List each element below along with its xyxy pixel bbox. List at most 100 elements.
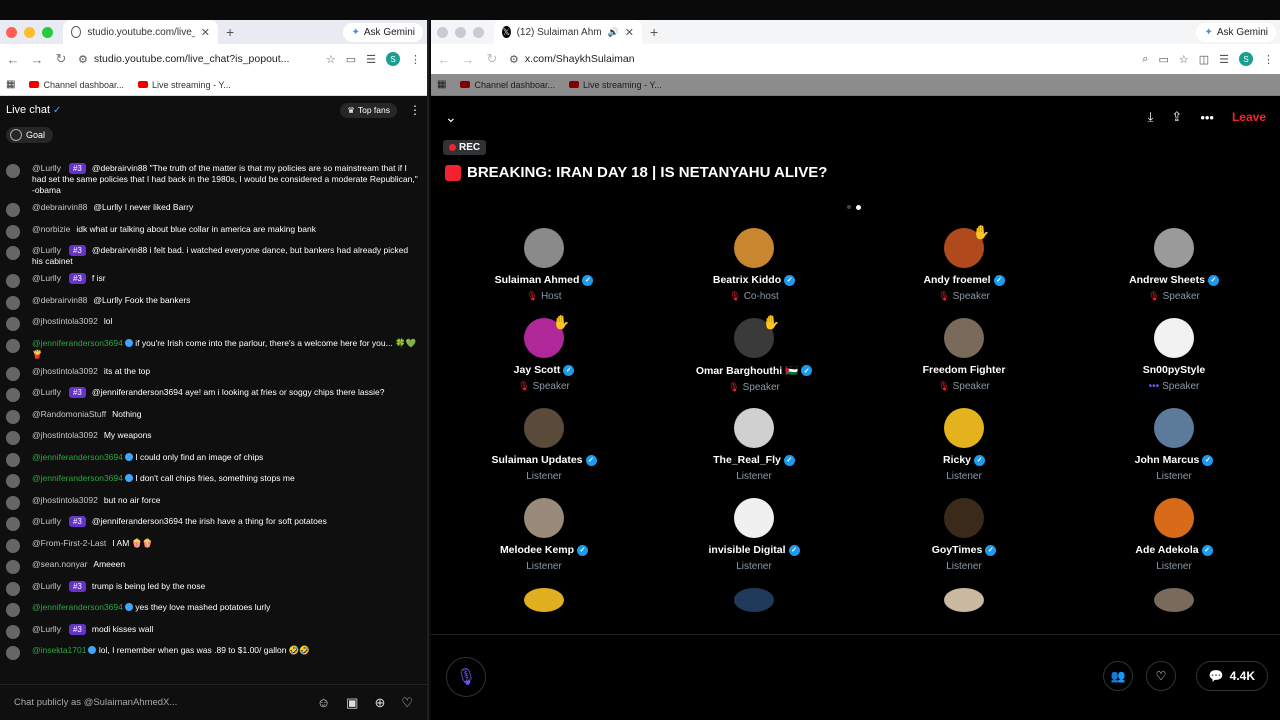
- participant-avatar[interactable]: [524, 588, 564, 612]
- message-author[interactable]: @RandomoniaStuff: [32, 409, 106, 419]
- participant-avatar[interactable]: [944, 588, 984, 612]
- participant-partial[interactable]: [1069, 588, 1279, 612]
- browser-tab[interactable]: studio.youtube.com/live_chat ✕: [63, 20, 218, 44]
- bookmark-live-streaming[interactable]: Live streaming - Y...: [569, 80, 662, 90]
- participant[interactable]: Andrew Sheets ✓ 🎙 Speaker: [1069, 228, 1279, 310]
- participant[interactable]: Ricky ✓ Listener: [859, 408, 1069, 490]
- extensions-icon[interactable]: ☰: [1219, 53, 1229, 66]
- avatar[interactable]: [6, 431, 20, 445]
- page-dot[interactable]: [847, 205, 851, 209]
- add-icon[interactable]: ⊕: [374, 695, 385, 711]
- extensions-icon[interactable]: ☰: [366, 53, 376, 66]
- message-author[interactable]: @norbizie: [32, 224, 70, 234]
- participant-avatar[interactable]: ✋: [524, 314, 570, 358]
- ask-gemini-button[interactable]: ✦ Ask Gemini: [1196, 23, 1276, 42]
- page-dot-active[interactable]: [856, 205, 861, 210]
- avatar[interactable]: [6, 517, 20, 531]
- participant[interactable]: John Marcus ✓ Listener: [1069, 408, 1279, 490]
- people-icon[interactable]: 👥: [1103, 661, 1133, 691]
- avatar[interactable]: [6, 164, 20, 178]
- participant[interactable]: ✋ Omar Barghouthi 🇵🇸 ✓ 🎙 Speaker: [649, 314, 859, 400]
- message-author[interactable]: @Lurlly: [32, 581, 61, 591]
- emoji-icon[interactable]: ☺: [317, 695, 330, 711]
- super-chat-icon[interactable]: ▣: [346, 695, 358, 711]
- avatar[interactable]: [6, 366, 20, 381]
- participant[interactable]: Sulaiman Ahmed ✓ 🎙 Host: [439, 228, 649, 310]
- browser-menu-icon[interactable]: ⋮: [1263, 53, 1274, 66]
- participant-partial[interactable]: [649, 588, 859, 612]
- bookmark-channel-dashboard[interactable]: Channel dashboar...: [29, 80, 124, 90]
- live-chat-title[interactable]: Live chat ✓: [6, 104, 61, 116]
- participant-avatar[interactable]: [944, 498, 984, 538]
- message-author[interactable]: @jhostintola3092: [32, 316, 98, 326]
- install-icon[interactable]: ▭: [1158, 53, 1168, 66]
- message-author[interactable]: @jhostintola3092: [32, 495, 98, 505]
- participant-avatar[interactable]: [734, 228, 774, 268]
- participant[interactable]: Freedom Fighter 🎙 Speaker: [859, 318, 1069, 400]
- participant-avatar[interactable]: [524, 498, 564, 538]
- close-window-button[interactable]: [437, 26, 448, 38]
- apps-grid-icon[interactable]: ▦: [6, 79, 15, 90]
- avatar[interactable]: [6, 624, 20, 639]
- participant-avatar[interactable]: [734, 588, 774, 612]
- zoom-icon[interactable]: ⌕: [1142, 53, 1148, 66]
- avatar[interactable]: [6, 560, 20, 574]
- participant-avatar[interactable]: [944, 408, 984, 448]
- chevron-down-icon[interactable]: ⌄: [445, 109, 457, 126]
- bookmark-star-icon[interactable]: ☆: [326, 53, 336, 66]
- participant-avatar[interactable]: [1154, 498, 1194, 538]
- top-fans-button[interactable]: ♛ Top fans: [340, 102, 397, 118]
- minimize-space-icon[interactable]: ⤓: [1148, 109, 1154, 125]
- minimize-window-button[interactable]: [24, 26, 35, 38]
- message-author[interactable]: @debrairvin88: [32, 295, 87, 305]
- message-author[interactable]: @debrairvin88: [32, 202, 87, 212]
- participant-avatar[interactable]: [524, 228, 564, 268]
- maximize-window-button[interactable]: [42, 26, 53, 38]
- more-icon[interactable]: •••: [1200, 110, 1214, 125]
- message-author[interactable]: @jenniferanderson3694: [32, 602, 123, 612]
- site-info-icon[interactable]: ⚙: [78, 53, 88, 66]
- avatar[interactable]: [6, 203, 20, 217]
- maximize-window-button[interactable]: [473, 26, 484, 38]
- message-author[interactable]: @jhostintola3092: [32, 366, 98, 376]
- participant-avatar[interactable]: [524, 408, 564, 448]
- message-author[interactable]: @sean.nonyar: [32, 559, 87, 569]
- message-author[interactable]: @Lurlly: [32, 163, 61, 173]
- participant[interactable]: Melodee Kemp ✓ Listener: [439, 498, 649, 580]
- new-tab-button[interactable]: +: [226, 24, 234, 40]
- avatar[interactable]: [6, 246, 20, 260]
- participant-partial[interactable]: [859, 588, 1069, 612]
- react-heart-icon[interactable]: ♡: [1146, 661, 1176, 691]
- avatar[interactable]: [6, 224, 20, 239]
- message-author[interactable]: @Lurlly: [32, 273, 61, 283]
- browser-tab[interactable]: 𝕏 (12) Sulaiman Ahmed (@S 🔊 ✕: [494, 20, 642, 44]
- participant-avatar[interactable]: ✋: [734, 314, 780, 358]
- message-author[interactable]: @jenniferanderson3694: [32, 473, 123, 483]
- apps-grid-icon[interactable]: ▦: [437, 79, 446, 90]
- sidebar-icon[interactable]: ◫: [1199, 53, 1209, 66]
- microphone-button[interactable]: 🎙: [446, 657, 486, 697]
- close-tab-icon[interactable]: ✕: [625, 26, 634, 39]
- message-author[interactable]: @jenniferanderson3694: [32, 452, 123, 462]
- bookmark-live-streaming[interactable]: Live streaming - Y...: [138, 80, 231, 90]
- chat-message-list[interactable]: @Lurlly #3 @debrairvin88 "The truth of the…: [0, 160, 427, 700]
- avatar[interactable]: [6, 409, 20, 424]
- close-window-button[interactable]: [6, 26, 17, 38]
- back-icon[interactable]: ←: [6, 52, 20, 67]
- participant[interactable]: invisible Digital ✓ Listener: [649, 498, 859, 580]
- browser-menu-icon[interactable]: ⋮: [410, 53, 421, 66]
- message-author[interactable]: @jhostintola3092: [32, 430, 98, 440]
- avatar[interactable]: [6, 388, 20, 402]
- avatar[interactable]: [6, 317, 20, 331]
- avatar[interactable]: [6, 452, 20, 467]
- profile-avatar[interactable]: S: [1239, 52, 1253, 66]
- reload-icon[interactable]: ↻: [54, 51, 68, 67]
- forward-icon[interactable]: →: [30, 52, 44, 67]
- participant-avatar[interactable]: [1154, 588, 1194, 612]
- message-author[interactable]: @jenniferanderson3694: [32, 338, 123, 348]
- cast-icon[interactable]: ▭: [346, 53, 356, 66]
- participant[interactable]: ✋ Andy froemel ✓ 🎙 Speaker: [859, 224, 1069, 310]
- participant-avatar[interactable]: [734, 498, 774, 538]
- avatar[interactable]: [6, 603, 20, 617]
- minimize-window-button[interactable]: [455, 26, 466, 38]
